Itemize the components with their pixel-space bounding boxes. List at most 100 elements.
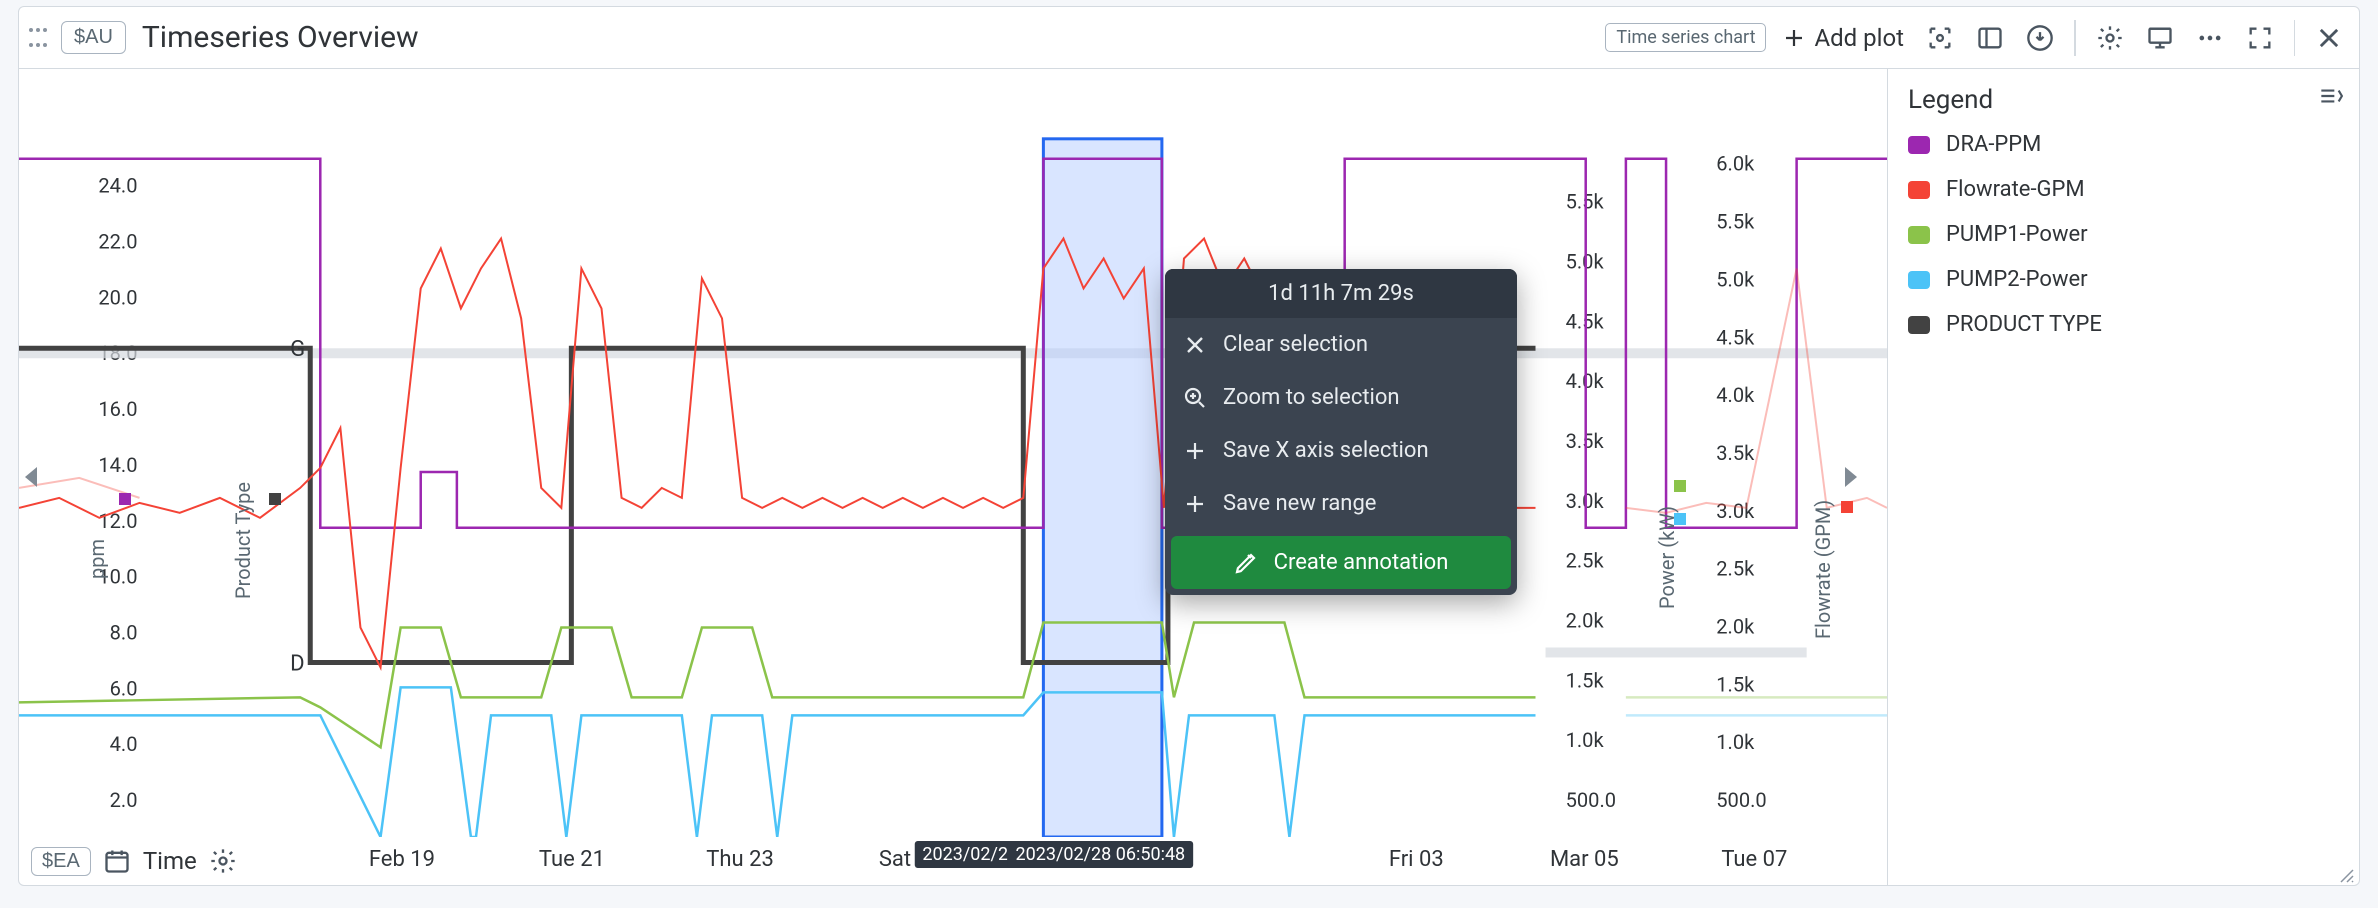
legend-collapse-icon[interactable] (2317, 83, 2343, 116)
svg-text:22.0: 22.0 (98, 230, 137, 254)
close-icon[interactable] (2309, 18, 2349, 58)
marker-flow (1841, 501, 1853, 513)
chart-area[interactable]: 2.0 4.0 6.0 8.0 10.0 12.0 14.0 16.0 18.0… (19, 69, 1887, 885)
plus-icon (1183, 492, 1207, 516)
pencil-icon (1234, 551, 1258, 575)
x-tick: Tue 21 (539, 847, 605, 872)
widget-title: Timeseries Overview (142, 20, 419, 55)
legend-items: DRA-PPM Flowrate-GPM PUMP1-Power PUMP2-P… (1888, 126, 2359, 337)
more-icon[interactable] (2190, 18, 2230, 58)
legend-item[interactable]: PRODUCT TYPE (1908, 312, 2343, 337)
svg-text:1.0k: 1.0k (1716, 730, 1755, 754)
x-tick: Feb 19 (369, 847, 435, 872)
svg-text:6.0k: 6.0k (1716, 152, 1755, 176)
x-tick: Thu 23 (706, 847, 774, 872)
toolbar-separator (2294, 20, 2296, 56)
x-axis-variable-button[interactable]: $EA (31, 847, 91, 876)
legend-swatch (1908, 271, 1930, 289)
pan-right-button[interactable] (1845, 467, 1857, 487)
resize-handle-icon[interactable] (2339, 865, 2355, 881)
svg-text:4.0k: 4.0k (1716, 383, 1755, 407)
popover-save-x-selection[interactable]: Save X axis selection (1165, 424, 1517, 477)
svg-text:12.0: 12.0 (98, 509, 137, 533)
svg-text:6.0: 6.0 (110, 676, 138, 700)
drag-handle-icon[interactable] (25, 18, 51, 58)
svg-text:3.5k: 3.5k (1716, 441, 1755, 465)
download-icon[interactable] (2020, 18, 2060, 58)
svg-text:1.5k: 1.5k (1716, 672, 1755, 696)
svg-text:20.0: 20.0 (98, 285, 137, 309)
target-icon[interactable] (1920, 18, 1960, 58)
popover-item-label: Zoom to selection (1223, 385, 1400, 410)
popover-save-new-range[interactable]: Save new range (1165, 477, 1517, 530)
legend-label: PRODUCT TYPE (1946, 312, 2102, 337)
legend-item[interactable]: PUMP1-Power (1908, 222, 2343, 247)
chart-type-chip[interactable]: Time series chart (1605, 23, 1766, 52)
selection-start-label: 2023/02/26 19 (914, 841, 1050, 868)
svg-text:5.0k: 5.0k (1716, 267, 1755, 291)
svg-text:5.5k: 5.5k (1716, 210, 1755, 234)
svg-text:3.0k: 3.0k (1716, 499, 1755, 523)
x-axis-gear-icon[interactable] (207, 845, 239, 877)
calendar-icon[interactable] (101, 845, 133, 877)
selection-end-label: 2023/02/28 06:50:48 (1008, 841, 1194, 868)
popover-create-annotation[interactable]: Create annotation (1171, 536, 1511, 589)
svg-text:2.5k: 2.5k (1566, 549, 1605, 573)
series-flowrate (19, 239, 1887, 668)
legend-item[interactable]: PUMP2-Power (1908, 267, 2343, 292)
legend-panel: Legend DRA-PPM Flowrate-GPM PUMP1-Power (1887, 69, 2359, 885)
legend-label: PUMP1-Power (1946, 222, 2088, 247)
legend-item[interactable]: DRA-PPM (1908, 132, 2343, 157)
panel-toggle-icon[interactable] (1970, 18, 2010, 58)
legend-swatch (1908, 181, 1930, 199)
x-tick: Mar 05 (1550, 847, 1619, 872)
svg-text:1.5k: 1.5k (1566, 668, 1605, 692)
marker-p1 (1674, 480, 1686, 492)
popover-duration: 1d 11h 7m 29s (1165, 269, 1517, 318)
svg-text:2.0k: 2.0k (1566, 609, 1605, 633)
y-axis-power-ticks: 500.0 1.0k 1.5k 2.0k 2.5k 3.0k 3.5k 4.0k… (1566, 190, 1616, 812)
add-plot-button[interactable]: Add plot (1776, 24, 1910, 52)
svg-text:2.0: 2.0 (110, 788, 138, 812)
legend-label: DRA-PPM (1946, 132, 2041, 157)
gear-icon[interactable] (2090, 18, 2130, 58)
popover-item-label: Clear selection (1223, 332, 1368, 357)
popover-item-label: Save new range (1223, 491, 1376, 516)
legend-swatch (1908, 136, 1930, 154)
legend-swatch (1908, 316, 1930, 334)
x-tick: Tue 07 (1721, 847, 1787, 872)
legend-item[interactable]: Flowrate-GPM (1908, 177, 2343, 202)
marker-p2 (1674, 513, 1686, 525)
svg-text:4.0: 4.0 (110, 732, 138, 756)
series-pump2 (19, 687, 1887, 837)
marker-product (269, 493, 281, 505)
pan-left-button[interactable] (25, 467, 37, 487)
timeseries-widget: $AU Timeseries Overview Time series char… (18, 6, 2360, 886)
popover-zoom-selection[interactable]: Zoom to selection (1165, 371, 1517, 424)
close-icon (1183, 333, 1207, 357)
popover-clear-selection[interactable]: Clear selection (1165, 318, 1517, 371)
fullscreen-icon[interactable] (2240, 18, 2280, 58)
plus-icon (1183, 439, 1207, 463)
marker-dra (119, 493, 131, 505)
svg-text:8.0: 8.0 (110, 621, 138, 645)
y-axis-title-ppm: ppm (85, 539, 109, 579)
svg-text:14.0: 14.0 (98, 453, 137, 477)
variable-select-button[interactable]: $AU (61, 21, 126, 54)
zoom-in-icon (1183, 386, 1207, 410)
legend-label: PUMP2-Power (1946, 267, 2088, 292)
series-pump1 (19, 623, 1887, 748)
svg-text:500.0: 500.0 (1716, 788, 1766, 812)
present-icon[interactable] (2140, 18, 2180, 58)
svg-text:500.0: 500.0 (1566, 788, 1616, 812)
x-axis-ticks: Feb 19 Tue 21 Thu 23 Sat 25 Fri 03 Mar 0… (19, 837, 1887, 885)
toolbar-separator (2074, 20, 2076, 56)
plot-canvas[interactable]: 2.0 4.0 6.0 8.0 10.0 12.0 14.0 16.0 18.0… (19, 69, 1887, 837)
product-label-d: D (290, 651, 304, 676)
selection-popover: 1d 11h 7m 29s Clear selection Zoom to se… (1165, 269, 1517, 595)
plus-icon (1782, 26, 1806, 50)
x-tick: Sat 25 (879, 847, 941, 872)
x-tick: Fri 03 (1389, 847, 1444, 872)
product-label-g: G (290, 337, 305, 362)
x-axis-row: $EA Time Feb 19 Tue 21 Thu 23 Sat 25 Fri… (19, 837, 1887, 885)
